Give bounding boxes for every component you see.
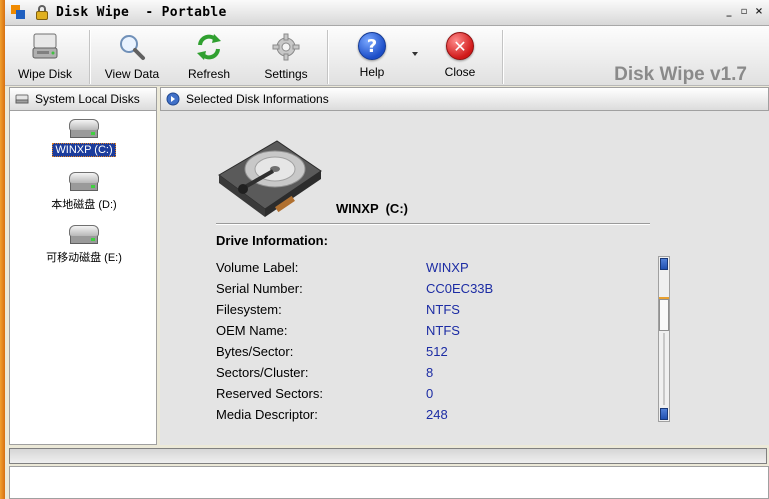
wipe-progress-bar [9,448,767,464]
disk-info-header: Selected Disk Informations [160,87,769,111]
status-bar [9,466,769,499]
local-disks-header: System Local Disks [9,87,157,111]
maximize-button[interactable]: ▫ [738,6,750,18]
toolbar-separator [89,30,90,84]
info-key: Serial Number: [216,281,303,296]
close-label: Close [444,65,476,79]
info-row-reserved-sectors: Reserved Sectors: 0 [216,386,636,406]
toolbar-separator [502,30,503,84]
info-value: CC0EC33B [426,281,494,296]
toolbar: Wipe Disk View Data Refresh Settings ? H… [5,26,769,86]
view-data-button[interactable]: View Data [101,32,163,84]
drive-small-icon [15,94,29,104]
info-value: WINXP [426,260,469,275]
info-scrollbar[interactable] [658,256,670,422]
info-value: 248 [426,407,448,422]
drive-icon [69,119,99,141]
info-arrow-icon [166,92,180,106]
gear-icon [271,32,301,62]
settings-button[interactable]: Settings [259,32,313,84]
disk-item-label: WINXP (C:) [52,143,116,157]
drive-icon [69,225,99,247]
close-button[interactable]: ✕ Close [437,32,483,84]
toolbar-separator [327,30,328,84]
disk-item-label: 本地磁盘 (D:) [51,199,117,211]
help-dropdown-arrow-icon[interactable] [412,52,418,56]
lock-icon [35,4,49,21]
info-key: OEM Name: [216,323,288,338]
info-value: NTFS [426,302,460,317]
info-value: NTFS [426,323,460,338]
close-icon: ✕ [446,32,474,60]
disk-item-d[interactable]: 本地磁盘 (D:) [10,172,158,212]
scroll-up-arrow-icon[interactable] [660,258,668,270]
refresh-label: Refresh [187,67,231,81]
scroll-track [663,333,665,405]
help-button[interactable]: ? Help [349,32,395,84]
divider [216,223,650,224]
magnifier-icon [117,32,147,62]
disk-list: WINXP (C:) 本地磁盘 (D:) 可移动磁盘 (E:) [9,111,157,445]
info-row-oem-name: OEM Name: NTFS [216,323,636,343]
selected-drive-title: WINXP (C:) [336,201,408,216]
info-key: Reserved Sectors: [216,386,323,401]
info-row-volume-label: Volume Label: WINXP [216,260,636,280]
title-bar: Disk Wipe - Portable _ ▫ × [5,0,769,26]
window-title: Disk Wipe - Portable [56,5,227,20]
view-data-label: View Data [104,67,160,81]
info-key: Sectors/Cluster: [216,365,309,380]
info-row-bytes-sector: Bytes/Sector: 512 [216,344,636,364]
refresh-icon [194,32,224,62]
info-row-serial-number: Serial Number: CC0EC33B [216,281,636,301]
help-label: Help [359,65,385,79]
info-key: Volume Label: [216,260,299,275]
scroll-thumb[interactable] [659,299,669,331]
info-key: Media Descriptor: [216,407,318,422]
drive-icon [69,172,99,194]
refresh-button[interactable]: Refresh [183,32,235,84]
wipe-disk-button[interactable]: Wipe Disk [15,32,75,84]
settings-label: Settings [264,67,308,81]
info-row-filesystem: Filesystem: NTFS [216,302,636,322]
minimize-button[interactable]: _ [723,6,735,18]
app-logo-icon [11,4,27,21]
drive-icon [30,32,60,62]
info-row-media-descriptor: Media Descriptor: 248 [216,407,636,427]
disk-info-title: Selected Disk Informations [186,92,329,106]
brand-label: Disk Wipe v1.7 [614,64,747,85]
hard-drive-image-icon [218,140,322,217]
disk-details-panel: WINXP (C:) Drive Information: Volume Lab… [160,111,769,445]
local-disks-title: System Local Disks [35,92,140,106]
disk-item-label: 可移动磁盘 (E:) [46,252,122,264]
info-value: 512 [426,344,448,359]
disk-item-c[interactable]: WINXP (C:) [10,119,158,157]
help-icon: ? [358,32,386,60]
drive-information-heading: Drive Information: [216,233,328,248]
info-key: Bytes/Sector: [216,344,294,359]
info-value: 8 [426,365,434,380]
info-row-sectors-cluster: Sectors/Cluster: 8 [216,365,636,385]
scroll-down-arrow-icon[interactable] [660,408,668,420]
info-key: Filesystem: [216,302,282,317]
wipe-disk-label: Wipe Disk [17,67,72,81]
disk-item-e[interactable]: 可移动磁盘 (E:) [10,225,158,265]
info-value: 0 [426,386,434,401]
close-window-button[interactable]: × [753,6,765,18]
